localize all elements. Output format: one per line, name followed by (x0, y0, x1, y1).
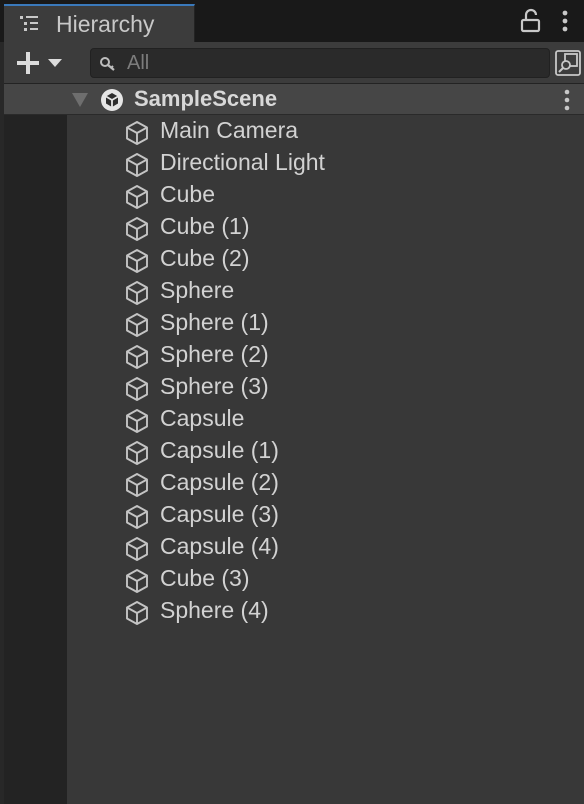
gameobject-label: Sphere (3) (160, 373, 269, 399)
gameobject-cube-icon (126, 409, 148, 433)
caret-down-icon (48, 59, 62, 67)
gameobject-label: Cube (3) (160, 565, 250, 591)
gameobject-label: Cube (160, 181, 215, 207)
lock-icon[interactable] (518, 8, 544, 34)
hierarchy-row[interactable]: Cube (1) (4, 212, 584, 244)
gameobject-list: Main Camera Directional Light Cube Cube (1)… (4, 116, 584, 628)
gameobject-cube-icon (126, 505, 148, 529)
unity-scene-icon (101, 89, 123, 111)
search-field[interactable] (90, 48, 550, 78)
gameobject-cube-icon (126, 601, 148, 625)
gameobject-cube-icon (126, 345, 148, 369)
gameobject-label: Capsule (1) (160, 437, 279, 463)
hierarchy-row[interactable]: Capsule (4, 404, 584, 436)
gameobject-cube-icon (126, 377, 148, 401)
hierarchy-row[interactable]: Capsule (2) (4, 468, 584, 500)
hierarchy-row[interactable]: Capsule (1) (4, 436, 584, 468)
gameobject-label: Sphere (1) (160, 309, 269, 335)
gameobject-cube-icon (126, 121, 148, 145)
hierarchy-row[interactable]: Main Camera (4, 116, 584, 148)
hierarchy-row[interactable]: Capsule (3) (4, 500, 584, 532)
gameobject-label: Capsule (4) (160, 533, 279, 559)
plus-icon (17, 52, 39, 74)
gameobject-label: Sphere (4) (160, 597, 269, 623)
scene-header-row[interactable]: SampleScene (4, 84, 584, 115)
gameobject-cube-icon (126, 537, 148, 561)
hierarchy-row[interactable]: Directional Light (4, 148, 584, 180)
gameobject-label: Cube (2) (160, 245, 250, 271)
gameobject-cube-icon (126, 473, 148, 497)
hierarchy-row[interactable]: Capsule (4) (4, 532, 584, 564)
foldout-arrow-icon[interactable] (72, 93, 88, 107)
gameobject-label: Capsule (2) (160, 469, 279, 495)
gameobject-label: Cube (1) (160, 213, 250, 239)
gameobject-label: Main Camera (160, 117, 299, 143)
gameobject-cube-icon (126, 441, 148, 465)
tab-title: Hierarchy (56, 11, 155, 37)
hierarchy-row[interactable]: Sphere (1) (4, 308, 584, 340)
search-input[interactable] (127, 50, 527, 76)
gameobject-label: Capsule (160, 405, 245, 431)
gameobject-cube-icon (126, 185, 148, 209)
gameobject-cube-icon (126, 569, 148, 593)
search-scene-icon[interactable] (554, 48, 582, 78)
hierarchy-row[interactable]: Sphere (2) (4, 340, 584, 372)
create-dropdown-button[interactable] (12, 48, 72, 78)
hierarchy-row[interactable]: Sphere (4, 276, 584, 308)
gameobject-cube-icon (126, 281, 148, 305)
hierarchy-row[interactable]: Cube (3) (4, 564, 584, 596)
gameobject-label: Capsule (3) (160, 501, 279, 527)
hierarchy-toolbar (4, 42, 584, 84)
gameobject-cube-icon (126, 217, 148, 241)
gameobject-label: Directional Light (160, 149, 325, 175)
gameobject-cube-icon (126, 313, 148, 337)
hierarchy-row[interactable]: Sphere (4) (4, 596, 584, 628)
kebab-menu-icon[interactable] (557, 87, 577, 113)
tab-hierarchy[interactable]: Hierarchy (4, 4, 195, 42)
hierarchy-row[interactable]: Sphere (3) (4, 372, 584, 404)
gameobject-label: Sphere (2) (160, 341, 269, 367)
kebab-menu-icon[interactable] (552, 8, 578, 34)
scene-name: SampleScene (134, 86, 278, 111)
tab-strip: Hierarchy (0, 0, 584, 42)
hierarchy-row[interactable]: Cube (4, 180, 584, 212)
search-icon (100, 57, 115, 71)
hierarchy-window: Hierarchy All SampleScene Main Camera Di… (0, 0, 584, 804)
gameobject-cube-icon (126, 153, 148, 177)
hierarchy-row[interactable]: Cube (2) (4, 244, 584, 276)
gameobject-cube-icon (126, 249, 148, 273)
hierarchy-list-icon (20, 16, 38, 31)
gameobject-label: Sphere (160, 277, 235, 303)
